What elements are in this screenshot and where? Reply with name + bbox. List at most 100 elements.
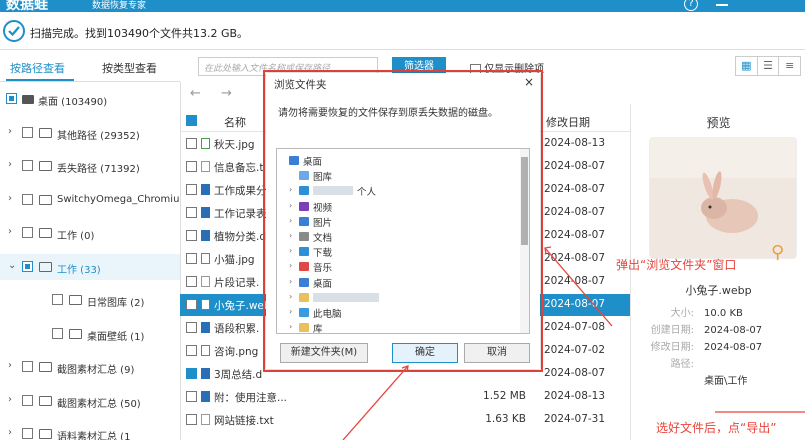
file-checkbox[interactable] — [186, 276, 197, 287]
tree-item-checkbox[interactable] — [52, 294, 63, 305]
file-checkbox[interactable] — [186, 299, 197, 310]
expand-arrow-icon[interactable]: › — [8, 360, 12, 371]
file-checkbox[interactable] — [186, 345, 197, 356]
expand-arrow-icon[interactable]: › — [8, 193, 12, 204]
expand-arrow-icon[interactable]: › — [289, 277, 292, 286]
tree-item[interactable]: › 丢失路径 (71392) — [0, 153, 180, 179]
image-icon — [201, 253, 210, 264]
file-checkbox[interactable] — [186, 414, 197, 425]
expand-arrow-icon[interactable]: › — [289, 261, 292, 270]
tree-item-label: 截图素材汇总 (50) — [57, 398, 141, 410]
tree-item[interactable]: 日常图库 (2) — [0, 287, 180, 313]
column-name[interactable]: 名称 — [224, 114, 246, 130]
tree-item-checkbox[interactable] — [22, 361, 33, 372]
file-row[interactable]: 附：使用注意... 1.52 MB 2024-08-13 — [180, 386, 630, 408]
expand-arrow-icon[interactable]: › — [8, 427, 12, 438]
expand-arrow-icon[interactable]: › — [8, 159, 12, 170]
expand-arrow-icon[interactable]: › — [289, 201, 292, 210]
tree-item[interactable]: › SwitchyOmega_Chromium — [0, 187, 180, 213]
tree-item[interactable]: 桌面 (103490) — [0, 86, 180, 112]
expand-arrow-icon[interactable]: › — [289, 292, 292, 301]
tree-item-checkbox[interactable] — [22, 260, 33, 272]
grid-icon[interactable]: ▦ — [736, 57, 758, 75]
folder-tree-item[interactable]: › 文档 — [277, 229, 517, 244]
tree-item-checkbox[interactable] — [22, 227, 33, 238]
list-icon[interactable]: ☰ — [758, 57, 780, 75]
tree-item[interactable]: › 截图素材汇总 (50) — [0, 388, 180, 414]
folder-tree-item[interactable]: › — [277, 290, 517, 305]
file-checkbox[interactable] — [186, 138, 197, 149]
property-key: 创建日期: — [650, 325, 694, 336]
expand-arrow-icon[interactable]: › — [289, 322, 292, 331]
file-checkbox[interactable] — [186, 368, 197, 379]
file-checkbox[interactable] — [186, 184, 197, 195]
folder-tree-item[interactable]: › 图片 — [277, 214, 517, 229]
file-checkbox[interactable] — [186, 253, 197, 264]
help-icon[interactable]: ? — [684, 0, 698, 11]
expand-arrow-icon[interactable]: › — [289, 307, 292, 316]
image-icon — [201, 345, 210, 356]
tree-item-label: 语料素材汇总 (1 — [57, 432, 131, 440]
file-row[interactable]: 网站链接.txt 1.63 KB 2024-07-31 — [180, 409, 630, 431]
expand-arrow-icon[interactable]: › — [289, 216, 292, 225]
scrollbar-thumb[interactable] — [521, 157, 528, 245]
folder-tree-item[interactable]: › 此电脑 — [277, 305, 517, 320]
tab-by-type[interactable]: 按类型查看 — [102, 60, 157, 76]
expand-arrow-icon[interactable]: › — [8, 126, 12, 137]
tree-item[interactable]: › 工作 (0) — [0, 220, 180, 246]
folder-icon — [299, 186, 309, 196]
tree-item[interactable]: 桌面壁纸 (1) — [0, 321, 180, 347]
folder-tree-item[interactable]: › 下载 — [277, 244, 517, 259]
tree-item-checkbox[interactable] — [22, 193, 33, 205]
expand-arrow-icon[interactable]: › — [289, 231, 292, 240]
menu-icon[interactable] — [716, 0, 728, 6]
file-date: 2024-08-07 — [544, 367, 606, 379]
expand-arrow-icon[interactable]: ⌄ — [8, 260, 16, 271]
forward-arrow-icon[interactable]: → — [221, 86, 232, 101]
detail-icon[interactable]: ≡ — [779, 57, 800, 75]
file-checkbox[interactable] — [186, 230, 197, 241]
tree-item-checkbox[interactable] — [52, 327, 63, 339]
folder-tree-item[interactable]: 桌面 — [277, 153, 517, 168]
folder-tree-item[interactable]: › 音乐 — [277, 259, 517, 274]
tree-item-checkbox[interactable] — [22, 428, 33, 439]
property-value: 10.0 KB — [704, 308, 743, 319]
file-checkbox[interactable] — [186, 391, 197, 402]
file-checkbox[interactable] — [186, 161, 197, 172]
file-checkbox[interactable] — [186, 322, 197, 333]
file-checkbox[interactable] — [186, 207, 197, 218]
folder-icon — [39, 261, 52, 272]
tree-item-checkbox[interactable] — [22, 126, 33, 138]
expand-arrow-icon[interactable]: › — [8, 394, 12, 405]
tree-item[interactable]: › 语料素材汇总 (1 — [0, 421, 180, 440]
back-arrow-icon[interactable]: ← — [190, 86, 201, 101]
folder-tree-item[interactable]: › 库 — [277, 320, 517, 333]
text-file-icon — [201, 414, 210, 425]
folder-tree-item[interactable]: › 视频 — [277, 199, 517, 214]
tree-item[interactable]: ⌄ 工作 (33) — [0, 253, 180, 280]
expand-arrow-icon[interactable]: › — [8, 226, 12, 237]
folder-tree-item[interactable]: › 个人 — [277, 183, 517, 198]
tab-by-path[interactable]: 按路径查看 — [10, 60, 65, 76]
new-folder-button[interactable]: 新建文件夹(M) — [280, 343, 368, 363]
active-tab-indicator — [6, 79, 74, 81]
tree-item-checkbox[interactable] — [6, 93, 17, 104]
tree-item-checkbox[interactable] — [22, 394, 33, 406]
tree-item[interactable]: › 其他路径 (29352) — [0, 120, 180, 146]
property-key: 路径: — [670, 359, 694, 370]
ok-button[interactable]: 确定 — [392, 343, 458, 363]
tree-item[interactable]: › 截图素材汇总 (9) — [0, 354, 180, 380]
folder-tree-item[interactable]: › 桌面 — [277, 275, 517, 290]
folder-icon — [299, 247, 309, 257]
folder-tree-item[interactable]: 图库 — [277, 168, 517, 183]
close-icon[interactable]: × — [524, 75, 534, 89]
tree-item-checkbox[interactable] — [22, 160, 33, 171]
expand-arrow-icon[interactable]: › — [289, 185, 292, 194]
folder-tree-scrollbar[interactable] — [520, 149, 529, 333]
cancel-button[interactable]: 取消 — [464, 343, 530, 363]
select-all-checkbox[interactable] — [186, 115, 197, 126]
column-date[interactable]: 修改日期 — [546, 114, 590, 130]
expand-arrow-icon[interactable]: › — [289, 246, 292, 255]
zoom-icon[interactable]: ⚲ — [771, 242, 784, 263]
folder-icon — [299, 277, 309, 287]
